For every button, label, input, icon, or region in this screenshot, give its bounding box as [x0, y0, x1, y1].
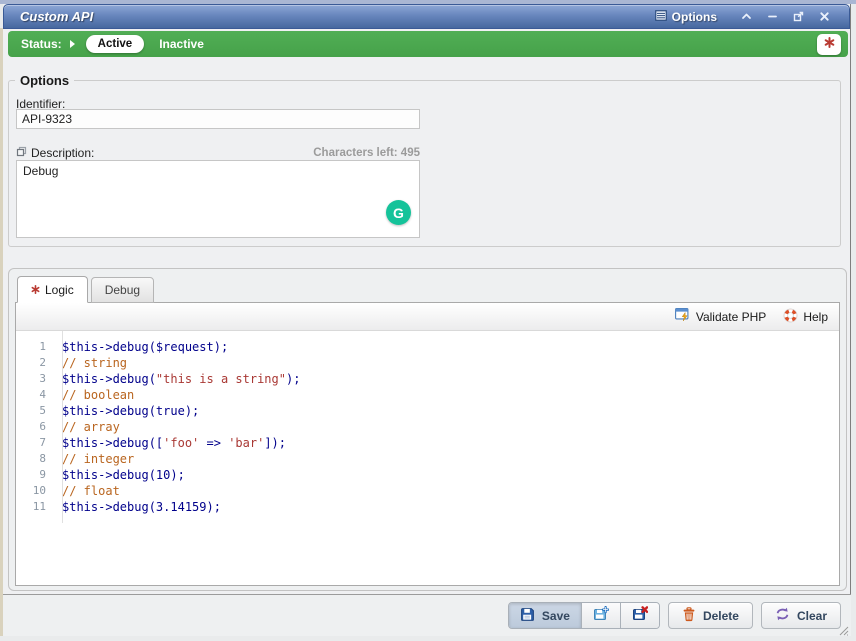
code-text: $this->debug($request);: [54, 339, 228, 355]
required-asterisk-icon: [824, 35, 835, 53]
code-line: 8// integer: [16, 451, 839, 467]
minimize-button[interactable]: [759, 8, 785, 26]
line-number: 9: [16, 467, 54, 483]
delete-button-label: Delete: [703, 609, 739, 623]
line-number: 5: [16, 403, 54, 419]
code-line: 5$this->debug(true);: [16, 403, 839, 419]
code-line: 11$this->debug(3.14159);: [16, 499, 839, 515]
line-number: 10: [16, 483, 54, 499]
code-text: $this->debug(['foo' => 'bar']);: [54, 435, 286, 451]
code-toolbar: Validate PHP Help: [16, 303, 839, 331]
delete-button[interactable]: Delete: [668, 602, 753, 629]
description-textarea[interactable]: Debug: [16, 160, 420, 238]
line-number: 8: [16, 451, 54, 467]
code-editor[interactable]: 1$this->debug($request);2// string3$this…: [16, 331, 839, 586]
status-bar: Status: Active Inactive: [8, 31, 848, 57]
help-button[interactable]: Help: [783, 308, 828, 326]
code-text: // float: [54, 483, 120, 499]
description-label-wrap: Description:: [16, 146, 94, 160]
line-number: 11: [16, 499, 54, 515]
code-line: 4// boolean: [16, 387, 839, 403]
close-button[interactable]: [811, 8, 837, 26]
tab-strip: Logic Debug: [17, 276, 154, 303]
code-text: $this->debug(3.14159);: [54, 499, 221, 515]
description-row: Description: Characters left: 495: [16, 146, 420, 160]
code-text: $this->debug(10);: [54, 467, 185, 483]
line-number: 2: [16, 355, 54, 371]
line-number: 3: [16, 371, 54, 387]
code-lines: 1$this->debug($request);2// string3$this…: [16, 339, 839, 515]
save-and-new-button[interactable]: [581, 603, 620, 628]
popout-button[interactable]: [785, 8, 811, 26]
logic-tabpanel: Logic Debug Validate PHP Help 1$this->de…: [8, 268, 847, 591]
code-line: 7$this->debug(['foo' => 'bar']);: [16, 435, 839, 451]
code-line: 6// array: [16, 419, 839, 435]
grammarly-icon[interactable]: G: [386, 200, 411, 225]
clear-button[interactable]: Clear: [761, 602, 841, 629]
status-label: Status:: [21, 37, 62, 51]
titlebar-controls: Options: [655, 8, 849, 26]
clear-button-label: Clear: [797, 609, 827, 623]
status-option-active[interactable]: Active: [86, 35, 145, 53]
code-line: 9$this->debug(10);: [16, 467, 839, 483]
logic-panel-body: Validate PHP Help 1$this->debug($request…: [15, 302, 840, 586]
code-line: 10// float: [16, 483, 839, 499]
window-title: Custom API: [4, 9, 93, 24]
options-list-icon: [655, 10, 667, 24]
code-text: // boolean: [54, 387, 134, 403]
tab-debug[interactable]: Debug: [91, 277, 154, 303]
validate-php-label: Validate PHP: [696, 310, 766, 324]
options-legend: Options: [15, 73, 74, 88]
code-text: // array: [54, 419, 120, 435]
close-icon: [819, 11, 830, 22]
status-arrow-icon: [70, 40, 75, 48]
code-text: // string: [54, 355, 127, 371]
collapse-button[interactable]: [733, 8, 759, 26]
save-close-icon: [632, 606, 648, 625]
validate-php-icon: [675, 308, 691, 325]
code-line: 1$this->debug($request);: [16, 339, 839, 355]
window-titlebar[interactable]: Custom API Options: [3, 4, 850, 29]
status-option-inactive[interactable]: Inactive: [159, 37, 204, 51]
required-asterisk-icon: [31, 283, 40, 297]
footer-toolbar: Save Delete Clear: [3, 594, 851, 636]
popout-icon: [793, 11, 804, 22]
help-lifering-icon: [783, 308, 798, 326]
validate-php-button[interactable]: Validate PHP: [675, 308, 766, 325]
line-number: 4: [16, 387, 54, 403]
save-button-label: Save: [542, 609, 570, 623]
description-label: Description:: [31, 146, 94, 160]
save-icon: [520, 607, 535, 625]
tab-logic[interactable]: Logic: [17, 276, 88, 303]
code-text: $this->debug("this is a string");: [54, 371, 300, 387]
code-line: 3$this->debug("this is a string");: [16, 371, 839, 387]
save-new-icon: [593, 606, 609, 625]
minus-icon: [767, 11, 778, 22]
tab-debug-label: Debug: [105, 283, 140, 297]
custom-api-window: Custom API Options Status:: [3, 4, 851, 636]
line-number: 1: [16, 339, 54, 355]
line-number: 6: [16, 419, 54, 435]
trash-icon: [682, 607, 696, 625]
help-label: Help: [803, 310, 828, 324]
save-button[interactable]: Save: [509, 603, 581, 628]
line-number: 7: [16, 435, 54, 451]
save-button-group: Save: [508, 602, 660, 629]
save-and-close-button[interactable]: [620, 603, 659, 628]
tab-logic-label: Logic: [45, 283, 74, 297]
description-popout-icon[interactable]: [16, 146, 27, 160]
options-menu-label: Options: [672, 10, 717, 24]
options-menu-button[interactable]: Options: [655, 10, 717, 24]
resize-grip[interactable]: [837, 623, 849, 635]
identifier-input[interactable]: [16, 109, 420, 129]
code-text: // integer: [54, 451, 134, 467]
chevron-up-icon: [741, 11, 752, 22]
refresh-arrows-icon: [775, 607, 790, 624]
required-field-button[interactable]: [817, 34, 841, 55]
code-text: $this->debug(true);: [54, 403, 199, 419]
gutter-divider: [62, 331, 63, 523]
chars-left-counter: Characters left: 495: [313, 147, 420, 159]
code-line: 2// string: [16, 355, 839, 371]
